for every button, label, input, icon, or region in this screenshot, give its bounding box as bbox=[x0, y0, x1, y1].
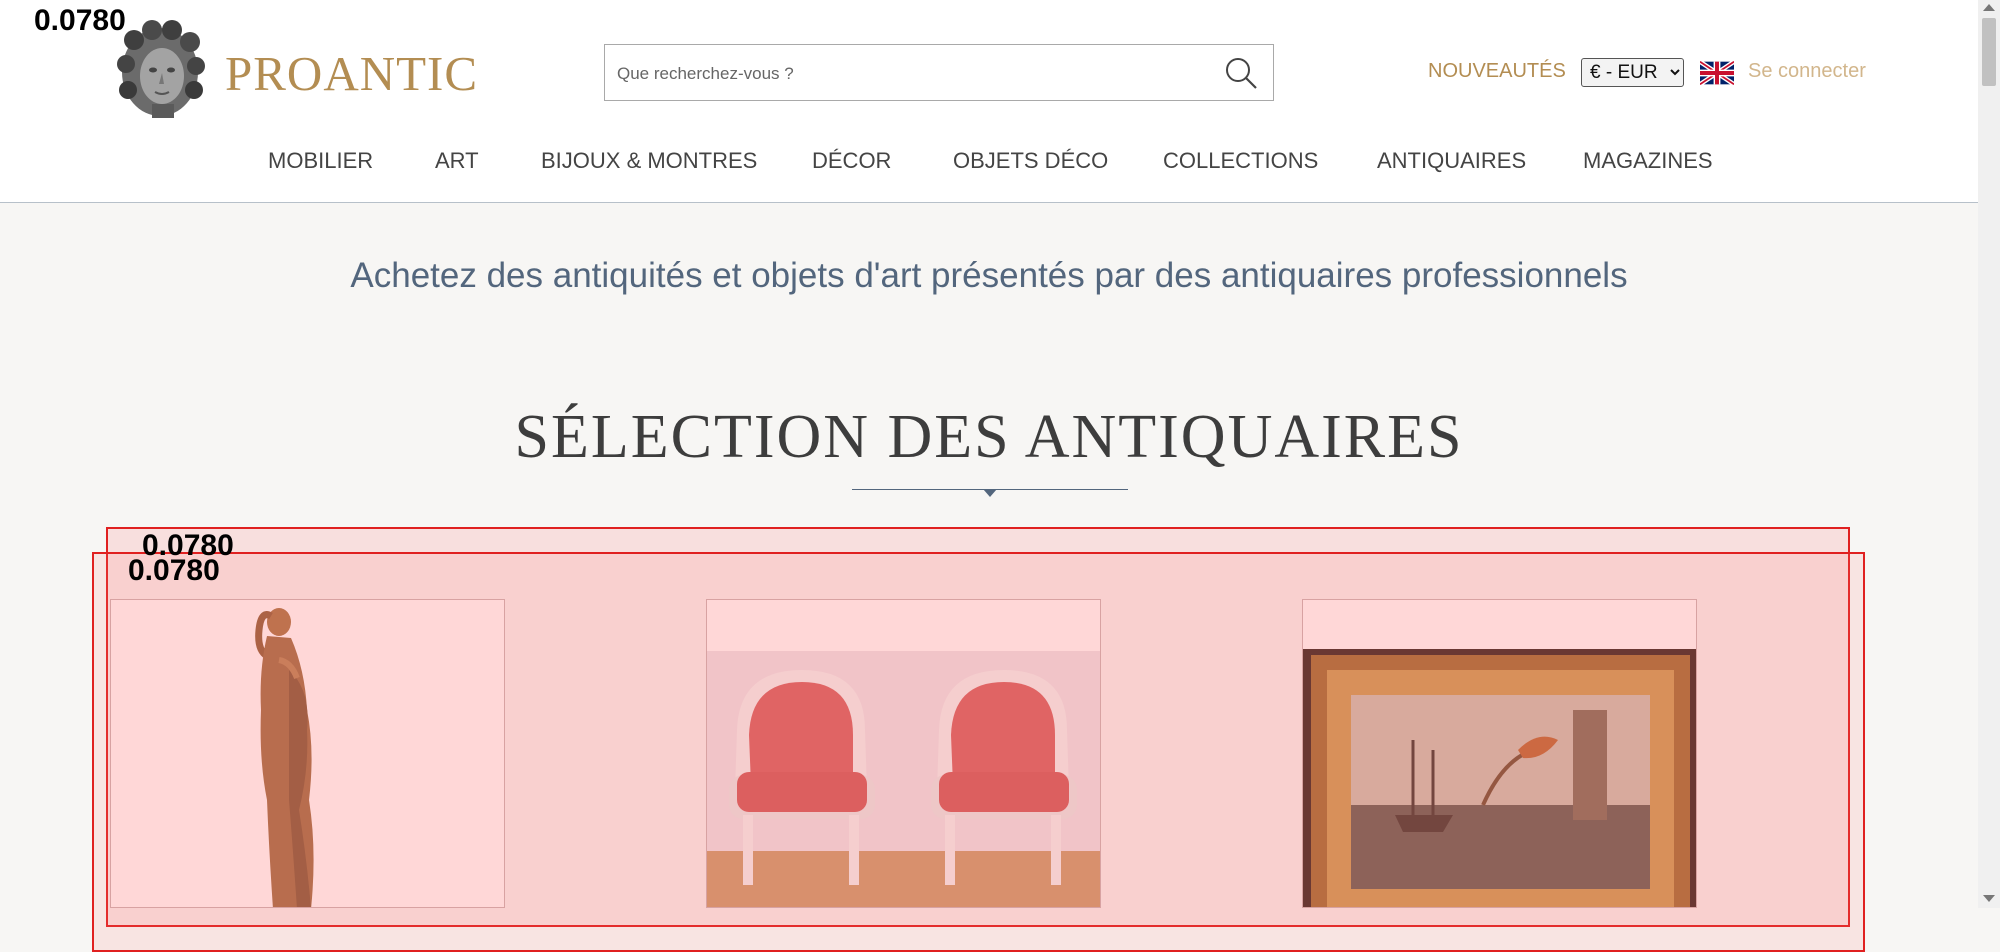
search-box bbox=[604, 44, 1274, 102]
score-label: 0.0780 bbox=[128, 554, 220, 587]
product-card[interactable] bbox=[110, 599, 505, 908]
divider-arrow-icon bbox=[983, 489, 997, 497]
site-header: PROANTIC NOUVEAUTÉS € - EUR Se connecter… bbox=[0, 0, 1978, 203]
login-link[interactable]: Se connecter bbox=[1748, 60, 1866, 83]
uk-flag-icon[interactable] bbox=[1700, 61, 1734, 85]
product-card[interactable] bbox=[1302, 599, 1697, 908]
logo-head-icon[interactable] bbox=[112, 18, 208, 122]
product-card[interactable] bbox=[706, 599, 1101, 908]
nav-item-objets-deco[interactable]: OBJETS DÉCO bbox=[953, 148, 1108, 174]
nav-item-decor[interactable]: DÉCOR bbox=[812, 148, 891, 174]
nav-item-mobilier[interactable]: MOBILIER bbox=[268, 148, 373, 174]
search-input[interactable] bbox=[615, 45, 1209, 102]
scroll-thumb[interactable] bbox=[1982, 18, 1996, 86]
scroll-down-icon[interactable] bbox=[1983, 895, 1995, 902]
tagline: Achetez des antiquités et objets d'art p… bbox=[350, 256, 1628, 295]
nav-item-bijoux-montres[interactable]: BIJOUX & MONTRES bbox=[541, 148, 757, 174]
nav-item-magazines[interactable]: MAGAZINES bbox=[1583, 148, 1713, 174]
currency-select[interactable]: € - EUR bbox=[1581, 58, 1684, 87]
nav-item-antiquaires[interactable]: ANTIQUAIRES bbox=[1377, 148, 1526, 174]
search-icon[interactable] bbox=[1223, 55, 1259, 91]
vertical-scrollbar[interactable] bbox=[1978, 0, 2000, 908]
nav-item-collections[interactable]: COLLECTIONS bbox=[1163, 148, 1318, 174]
armchairs-image[interactable] bbox=[707, 600, 1101, 908]
brand-name[interactable]: PROANTIC bbox=[225, 45, 478, 102]
main-nav: MOBILIER ART BIJOUX & MONTRES DÉCOR OBJE… bbox=[0, 148, 1978, 178]
page: PROANTIC NOUVEAUTÉS € - EUR Se connecter… bbox=[0, 0, 1978, 952]
news-link[interactable]: NOUVEAUTÉS bbox=[1428, 60, 1566, 83]
bronze-statue-image[interactable] bbox=[111, 600, 505, 908]
score-label: 0.0780 bbox=[34, 4, 126, 37]
nav-item-art[interactable]: ART bbox=[435, 148, 479, 174]
section-title: SÉLECTION DES ANTIQUAIRES bbox=[514, 403, 1464, 471]
framed-painting-image[interactable] bbox=[1303, 600, 1697, 908]
scroll-up-icon[interactable] bbox=[1983, 4, 1995, 11]
